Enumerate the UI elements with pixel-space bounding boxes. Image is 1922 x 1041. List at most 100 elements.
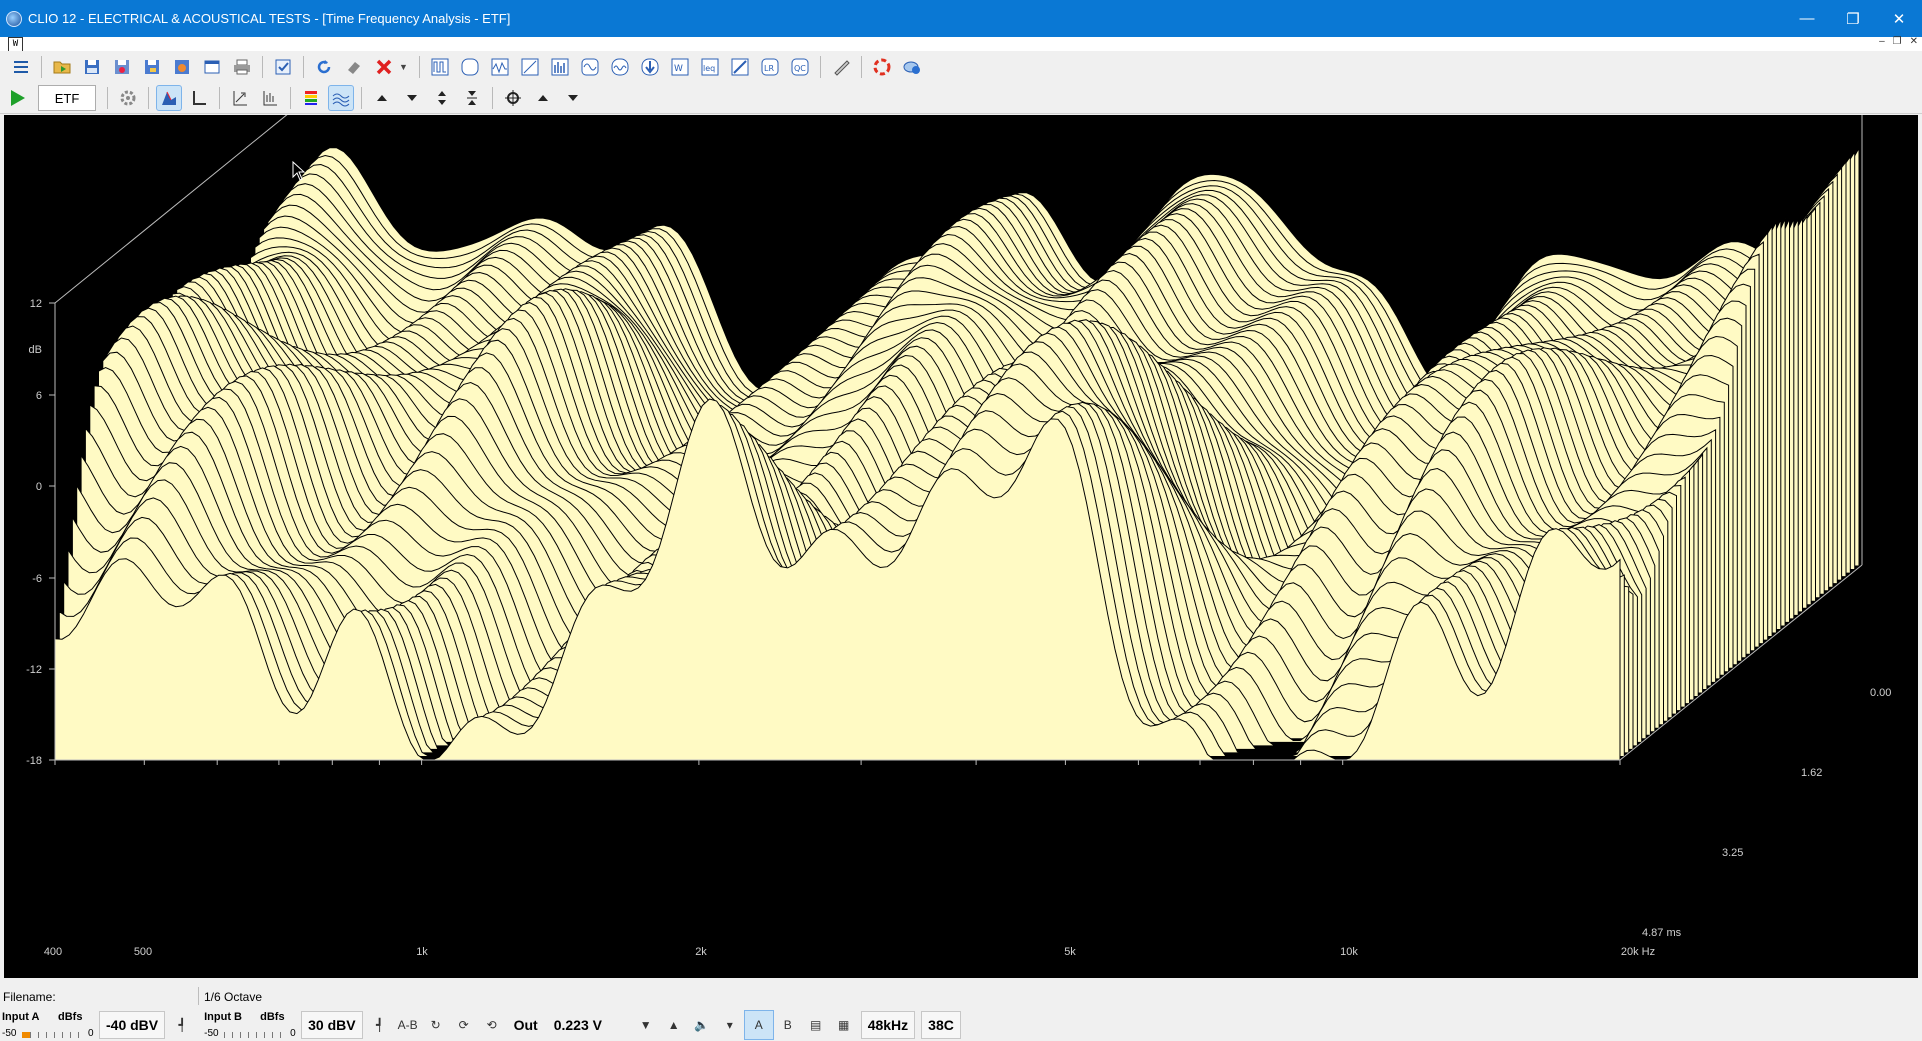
settings-gear-icon[interactable] <box>115 85 141 111</box>
x-tick-label: 5k <box>1064 946 1076 958</box>
axis-icon[interactable] <box>186 85 212 111</box>
input-a-label: Input A <box>2 1011 40 1023</box>
waterfall-plot[interactable]: 12 dB 6 0 -6 -12 -18 400 500 1k 2k 5k 10… <box>4 115 1918 978</box>
qc-icon[interactable]: QC <box>787 54 813 80</box>
help-icon[interactable] <box>869 54 895 80</box>
impedance-icon[interactable] <box>637 54 663 80</box>
mdi-restore-button[interactable]: ❐ <box>1893 36 1902 47</box>
thiele-small-icon[interactable] <box>727 54 753 80</box>
sweep-icon[interactable] <box>577 54 603 80</box>
scale-up-icon[interactable] <box>227 85 253 111</box>
input-a-range[interactable]: -40 dBV <box>99 1010 166 1039</box>
minimize-button[interactable]: — <box>1784 0 1830 37</box>
y-tick-label: -12 <box>26 664 42 676</box>
close-button[interactable]: ✕ <box>1876 0 1922 37</box>
toolbar-separator <box>41 56 42 78</box>
out-value[interactable]: 0.223 V <box>554 1017 624 1033</box>
channel-a-toggle[interactable]: A <box>743 1009 774 1040</box>
out-up-icon[interactable]: ▲ <box>660 1011 688 1039</box>
checklist-icon[interactable] <box>270 54 296 80</box>
y-tick-label: 6 <box>36 390 42 402</box>
input-a-impulse-icon[interactable]: ┩ <box>168 1011 196 1039</box>
a-minus-b-button[interactable]: A-B <box>394 1011 422 1039</box>
crosshair-icon[interactable] <box>500 85 526 111</box>
compress-icon[interactable] <box>459 85 485 111</box>
x-tick-label: 500 <box>134 946 152 958</box>
arrow-down-icon[interactable] <box>399 85 425 111</box>
menu-icon[interactable] <box>8 54 34 80</box>
loop-icon[interactable]: ↻ <box>422 1011 450 1039</box>
waterfall-icon[interactable]: W <box>667 54 693 80</box>
sample-rate[interactable]: 48kHz <box>860 1010 916 1039</box>
input-b-impulse-icon[interactable]: ┩ <box>366 1011 394 1039</box>
export-icon[interactable] <box>139 54 165 80</box>
save-all-icon[interactable] <box>109 54 135 80</box>
input-b-meter: Input B dBfs -50 0 <box>202 1008 298 1041</box>
temperature: 38C <box>921 1010 961 1039</box>
document-icon[interactable]: W <box>8 37 23 52</box>
z-tick-label: 0.00 <box>1870 687 1891 699</box>
color-map-icon[interactable] <box>298 85 324 111</box>
channel-b-toggle[interactable]: B <box>774 1011 802 1039</box>
arrow-up-icon[interactable] <box>369 85 395 111</box>
phantom-power-icon[interactable]: ▤ <box>802 1011 830 1039</box>
waterfall-chart[interactable]: 12 dB 6 0 -6 -12 -18 400 500 1k 2k 5k 10… <box>4 115 1918 978</box>
svg-text:W: W <box>674 64 683 74</box>
z-tick-label: 3.25 <box>1722 847 1743 859</box>
window-controls: — ❐ ✕ <box>1784 0 1922 37</box>
leq-icon[interactable]: leq <box>697 54 723 80</box>
linearity-icon[interactable]: LR <box>757 54 783 80</box>
cloud-help-icon[interactable] <box>899 54 925 80</box>
input-a-min: -50 <box>2 1028 17 1039</box>
play-icon[interactable] <box>4 85 30 111</box>
speaker-dropdown-icon[interactable]: ▾ <box>716 1011 744 1039</box>
channel-a-loop-icon[interactable]: ⟳ <box>450 1011 478 1039</box>
waterfall-view-icon[interactable] <box>156 85 182 111</box>
lines-view-icon[interactable] <box>328 85 354 111</box>
analysis-toolbar: ETF <box>0 83 1922 114</box>
save-icon[interactable] <box>79 54 105 80</box>
rotate-icon[interactable] <box>311 54 337 80</box>
channel-b-label: B <box>783 1017 792 1032</box>
mdi-minimize-button[interactable]: – <box>1879 36 1885 47</box>
x-tick-label: 400 <box>44 946 62 958</box>
open-folder-icon[interactable] <box>49 54 75 80</box>
spectrum-icon[interactable] <box>547 54 573 80</box>
status-divider <box>198 987 199 1005</box>
fft-icon[interactable] <box>487 54 513 80</box>
ruler-icon[interactable] <box>828 54 854 80</box>
out-dropdown-icon[interactable]: ▼ <box>632 1011 660 1039</box>
x-axis: 400 500 1k 2k 5k 10k 20k Hz <box>44 946 1655 958</box>
out-label: Out <box>513 1016 538 1033</box>
delete-dropdown-icon[interactable]: ▼ <box>399 62 408 72</box>
toolbar-separator <box>819 56 821 78</box>
delete-icon[interactable] <box>371 54 397 80</box>
multimeter-icon[interactable] <box>517 54 543 80</box>
input-a-max: 0 <box>88 1028 94 1039</box>
speaker-icon[interactable]: 🔈 <box>688 1011 716 1039</box>
cursor-down-icon[interactable] <box>560 85 586 111</box>
toolbar-separator <box>303 56 304 78</box>
toolbar-separator <box>107 87 108 109</box>
sinusoidal-icon[interactable] <box>457 54 483 80</box>
toolbar-separator <box>262 56 263 78</box>
mdi-close-button[interactable]: ✕ <box>1910 36 1918 47</box>
channel-b-loop-icon[interactable]: ⟲ <box>478 1011 506 1039</box>
image-export-icon[interactable] <box>169 54 195 80</box>
toolbar-separator <box>492 87 493 109</box>
wow-icon[interactable] <box>607 54 633 80</box>
input-b-range[interactable]: 30 dBV <box>301 1010 363 1039</box>
expand-icon[interactable] <box>429 85 455 111</box>
restore-button[interactable]: ❐ <box>1830 0 1876 37</box>
eraser-icon[interactable] <box>341 54 367 80</box>
y-unit-label: dB <box>29 344 42 356</box>
toolbar-separator <box>148 87 149 109</box>
cursor-up-icon[interactable] <box>530 85 556 111</box>
print-icon[interactable] <box>229 54 255 80</box>
mls-icon[interactable] <box>427 54 453 80</box>
hardware-icon[interactable]: ▦ <box>830 1011 858 1039</box>
notes-icon[interactable] <box>199 54 225 80</box>
analysis-selector[interactable]: ETF <box>38 85 96 111</box>
scale-icon[interactable] <box>257 85 283 111</box>
toolbar-separator <box>361 87 362 109</box>
